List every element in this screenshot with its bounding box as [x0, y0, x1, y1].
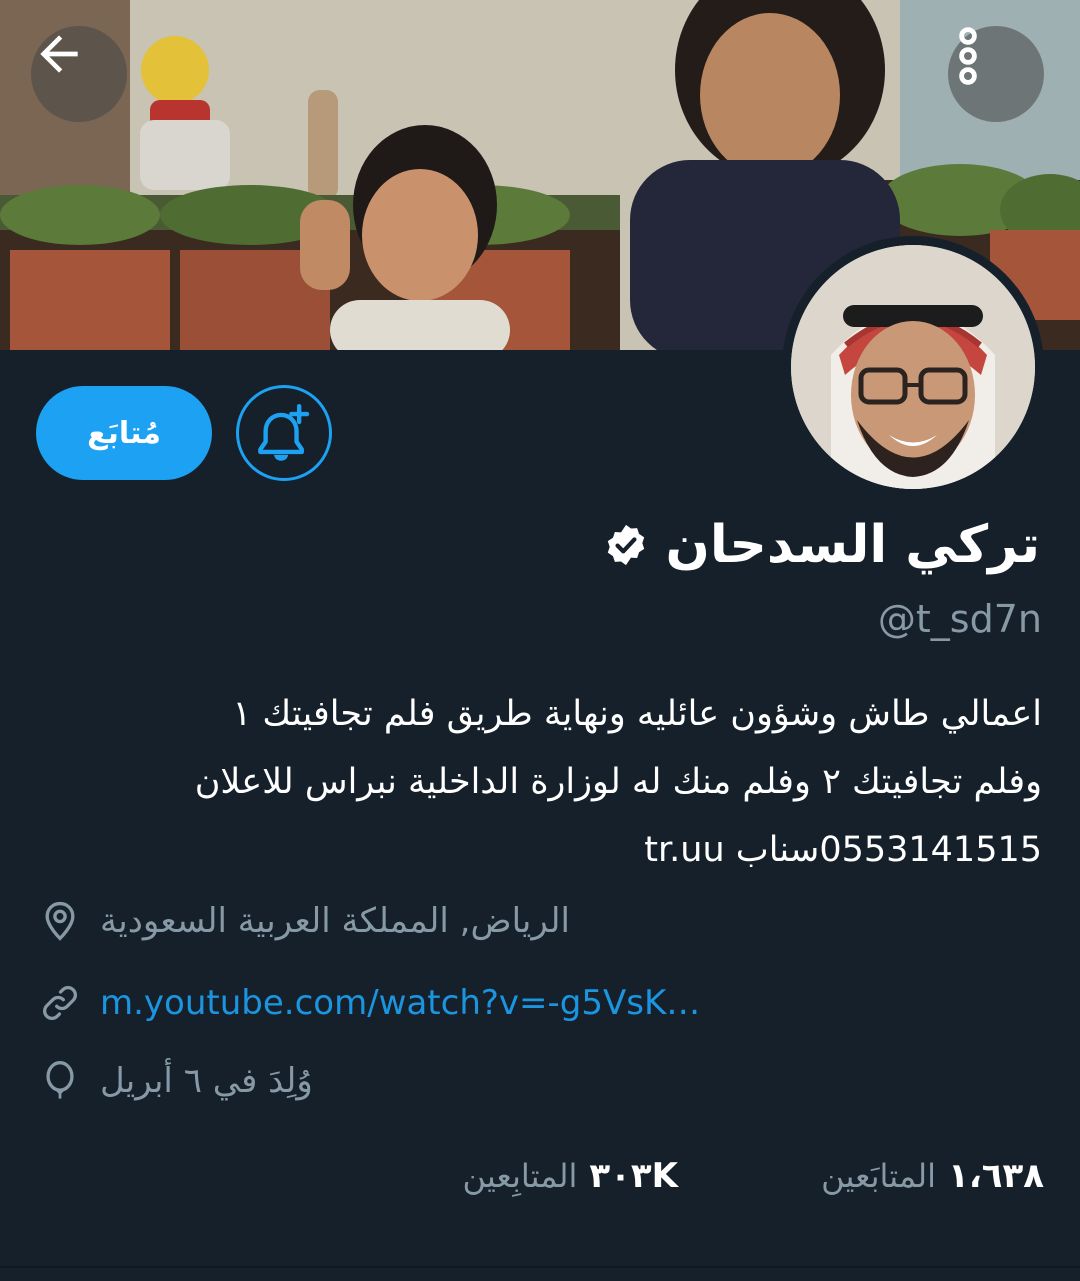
following-button-label: مُتابَع: [87, 415, 161, 451]
bio-line: وفلم تجافيتك ٢ وفلم منك له لوزارة الداخل…: [194, 762, 1042, 802]
profile-avatar[interactable]: [782, 236, 1044, 498]
link-icon: [43, 986, 77, 1020]
bottom-divider: [0, 1266, 1080, 1268]
notifications-button[interactable]: [236, 385, 332, 481]
following-count: ١،٦٣٨: [948, 1156, 1044, 1196]
verified-badge-icon: [608, 524, 645, 566]
more-options-button[interactable]: [948, 26, 1044, 122]
arrow-left-icon: [40, 35, 78, 73]
avatar-image: [791, 245, 1035, 489]
bell-plus-icon: [258, 403, 310, 461]
birthday-row: وُلِدَ في ٦ أبريل: [0, 1051, 1000, 1111]
website-link[interactable]: m.youtube.com/watch?v=-g5VsK…: [100, 973, 700, 1033]
location-row: الرياض, المملكة العربية السعودية: [0, 891, 1000, 951]
birthday-text: وُلِدَ في ٦ أبريل: [100, 1061, 313, 1101]
following-button[interactable]: مُتابَع: [36, 386, 212, 480]
more-vertical-icon: [959, 27, 977, 85]
bio-line: اعمالي طاش وشؤون عائليه ونهاية طريق فلم …: [232, 694, 1042, 734]
display-name-row: تركي السدحان: [603, 505, 1040, 585]
user-handle: @t_sd7n: [877, 597, 1042, 641]
followers-label: المتابِعين: [462, 1157, 578, 1195]
back-button[interactable]: [31, 26, 127, 122]
balloon-icon: [46, 1061, 74, 1099]
profile-bio: اعمالي طاش وشؤون عائليه ونهاية طريق فلم …: [82, 680, 1042, 884]
following-label: المتابَعين: [821, 1157, 937, 1195]
location-text: الرياض, المملكة العربية السعودية: [100, 901, 570, 941]
website-row[interactable]: m.youtube.com/watch?v=-g5VsK…: [0, 973, 1000, 1033]
followers-count: ٣٠٣K: [589, 1156, 678, 1196]
location-pin-icon: [45, 901, 75, 941]
followers-stat[interactable]: ٣٠٣K المتابِعين: [462, 1148, 678, 1204]
following-stat[interactable]: ١،٦٣٨ المتابَعين: [821, 1148, 1044, 1204]
display-name: تركي السدحان: [665, 515, 1040, 575]
bio-line: 0553141515سناب tr.uu: [644, 830, 1042, 870]
